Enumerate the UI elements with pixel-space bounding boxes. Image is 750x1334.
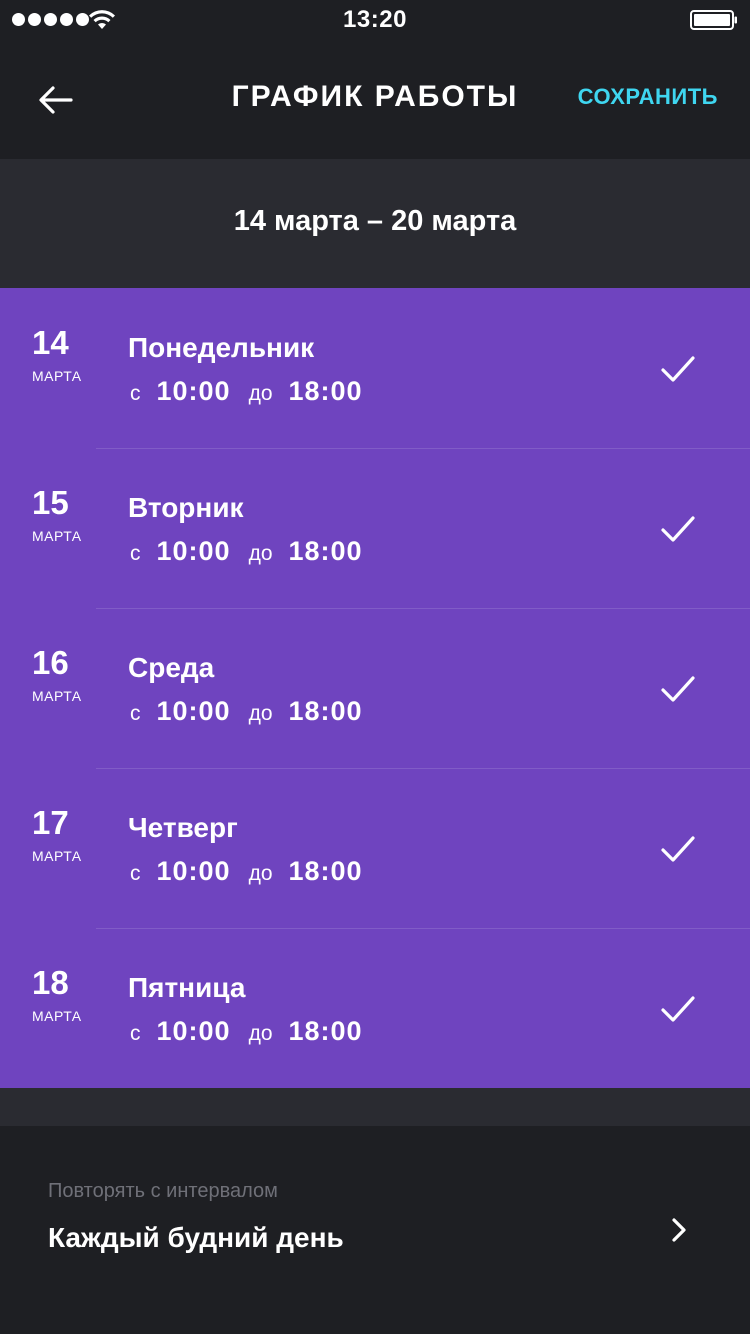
day-month: МАРТА xyxy=(32,1008,82,1024)
to-label: до xyxy=(248,862,273,885)
check-icon[interactable] xyxy=(660,674,696,704)
working-hours: с 10:00 до 18:00 xyxy=(130,1016,363,1047)
start-time[interactable]: 10:00 xyxy=(157,856,231,887)
start-time[interactable]: 10:00 xyxy=(157,696,231,727)
row-divider xyxy=(96,928,750,929)
end-time[interactable]: 18:00 xyxy=(289,1016,363,1047)
day-name: Четверг xyxy=(128,812,238,843)
chevron-right-icon xyxy=(672,1218,686,1242)
repeat-interval-value: Каждый будний день xyxy=(48,1222,344,1253)
day-month: МАРТА xyxy=(32,688,82,704)
day-name: Среда xyxy=(128,652,215,683)
battery-icon xyxy=(690,10,737,30)
from-label: с xyxy=(130,862,141,885)
day-row-monday[interactable]: 14 МАРТА Понедельник с 10:00 до 18:00 xyxy=(0,288,750,448)
row-divider xyxy=(96,768,750,769)
end-time[interactable]: 18:00 xyxy=(289,696,363,727)
day-row-friday[interactable]: 18 МАРТА Пятница с 10:00 до 18:00 xyxy=(0,928,750,1088)
week-range: 14 марта – 20 марта xyxy=(233,205,517,237)
working-hours: с 10:00 до 18:00 xyxy=(130,856,363,887)
start-time[interactable]: 10:00 xyxy=(157,1016,231,1047)
day-date: 18 xyxy=(32,964,69,1001)
to-label: до xyxy=(248,382,273,405)
end-time[interactable]: 18:00 xyxy=(289,856,363,887)
from-label: с xyxy=(130,702,141,725)
repeat-interval-label: Повторять с интервалом xyxy=(48,1180,278,1202)
day-name: Понедельник xyxy=(128,332,315,363)
check-icon[interactable] xyxy=(660,994,696,1024)
day-row-thursday[interactable]: 17 МАРТА Четверг с 10:00 до 18:00 xyxy=(0,768,750,928)
status-bar: 13:20 xyxy=(0,0,750,40)
status-time: 13:20 xyxy=(343,6,407,33)
row-divider xyxy=(96,448,750,449)
days-list: 14 МАРТА Понедельник с 10:00 до 18:00 15… xyxy=(0,288,750,1088)
day-name: Вторник xyxy=(128,492,244,523)
day-row-tuesday[interactable]: 15 МАРТА Вторник с 10:00 до 18:00 xyxy=(0,448,750,608)
end-time[interactable]: 18:00 xyxy=(289,536,363,567)
start-time[interactable]: 10:00 xyxy=(157,536,231,567)
from-label: с xyxy=(130,382,141,405)
section-gap xyxy=(0,1088,750,1126)
week-range-bar: 14 марта – 20 марта xyxy=(0,159,750,288)
day-name: Пятница xyxy=(128,972,246,1003)
check-icon[interactable] xyxy=(660,834,696,864)
to-label: до xyxy=(248,542,273,565)
navigation-bar: ГРАФИК РАБОТЫ СОХРАНИТЬ xyxy=(0,40,750,159)
day-date: 17 xyxy=(32,804,69,841)
day-date: 16 xyxy=(32,644,69,681)
day-row-wednesday[interactable]: 16 МАРТА Среда с 10:00 до 18:00 xyxy=(0,608,750,768)
check-icon[interactable] xyxy=(660,354,696,384)
start-time[interactable]: 10:00 xyxy=(157,376,231,407)
working-hours: с 10:00 до 18:00 xyxy=(130,696,363,727)
to-label: до xyxy=(248,702,273,725)
check-icon[interactable] xyxy=(660,514,696,544)
working-hours: с 10:00 до 18:00 xyxy=(130,536,363,567)
day-month: МАРТА xyxy=(32,368,82,384)
day-month: МАРТА xyxy=(32,528,82,544)
save-button[interactable]: СОХРАНИТЬ xyxy=(578,84,718,110)
from-label: с xyxy=(130,542,141,565)
day-month: МАРТА xyxy=(32,848,82,864)
working-hours: с 10:00 до 18:00 xyxy=(130,376,363,407)
repeat-interval-row[interactable]: Повторять с интервалом Каждый будний ден… xyxy=(0,1126,750,1334)
day-date: 15 xyxy=(32,484,69,521)
end-time[interactable]: 18:00 xyxy=(289,376,363,407)
from-label: с xyxy=(130,1022,141,1045)
to-label: до xyxy=(248,1022,273,1045)
day-date: 14 xyxy=(32,324,69,361)
row-divider xyxy=(96,608,750,609)
